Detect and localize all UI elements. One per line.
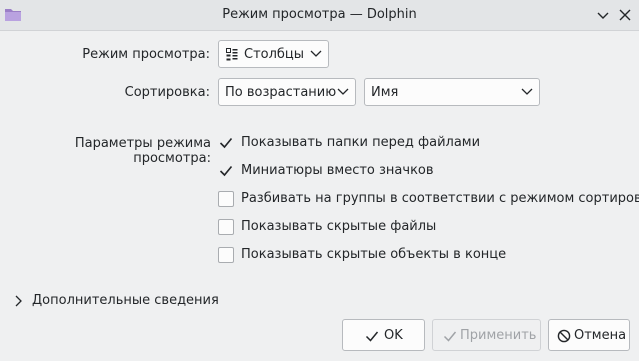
checkbox-label: Показывать скрытые файлы [241, 219, 437, 234]
cancel-icon [557, 329, 571, 343]
sorting-label: Сортировка: [124, 85, 210, 100]
checkbox-unchecked[interactable] [218, 191, 234, 207]
checkmark-icon [219, 165, 233, 177]
ok-button-label: OK [384, 328, 403, 343]
view-mode-select[interactable]: Столбцы [218, 40, 329, 68]
sort-field-value: Имя [371, 85, 399, 100]
checkmark-icon [219, 137, 233, 149]
chevron-down-icon [337, 88, 349, 95]
chevron-down-icon [310, 50, 322, 57]
checkbox-label: Показывать скрытые объекты в конце [241, 247, 507, 262]
cancel-button[interactable]: Отмена [548, 319, 630, 351]
sort-order-value: По возрастанию [225, 85, 337, 100]
chevron-down-icon[interactable] [594, 6, 612, 24]
apply-button[interactable]: Применить [432, 319, 541, 351]
checkbox-unchecked[interactable] [218, 219, 234, 235]
checkbox-label: Разбивать на группы в соответствии с реж… [241, 191, 639, 206]
checkbox-label: Показывать папки перед файлами [241, 135, 481, 150]
sort-field-select[interactable]: Имя [364, 78, 540, 106]
chevron-down-icon [521, 88, 533, 95]
title-bar: Режим просмотра — Dolphin [0, 0, 639, 31]
ok-button[interactable]: OK [342, 319, 425, 351]
window-title: Режим просмотра — Dolphin [222, 7, 417, 22]
view-options-label: Параметры режима просмотра: [74, 136, 211, 166]
details-label: Дополнительные сведения [32, 293, 219, 308]
checkbox-checked[interactable] [218, 135, 234, 151]
checkmark-icon [365, 331, 379, 342]
view-mode-label: Режим просмотра: [82, 47, 210, 62]
columns-view-icon [226, 48, 238, 61]
apply-button-label: Применить [460, 328, 537, 343]
sort-order-select[interactable]: По возрастанию [218, 78, 356, 106]
checkbox-label: Миниатюры вместо значков [241, 163, 434, 178]
checkbox-unchecked[interactable] [218, 247, 234, 263]
view-mode-value: Столбцы [244, 47, 305, 62]
close-icon[interactable] [616, 6, 634, 24]
checkmark-icon [443, 331, 457, 342]
chevron-right-icon [15, 295, 22, 307]
cancel-button-label: Отмена [574, 328, 627, 343]
checkbox-checked[interactable] [218, 163, 234, 179]
